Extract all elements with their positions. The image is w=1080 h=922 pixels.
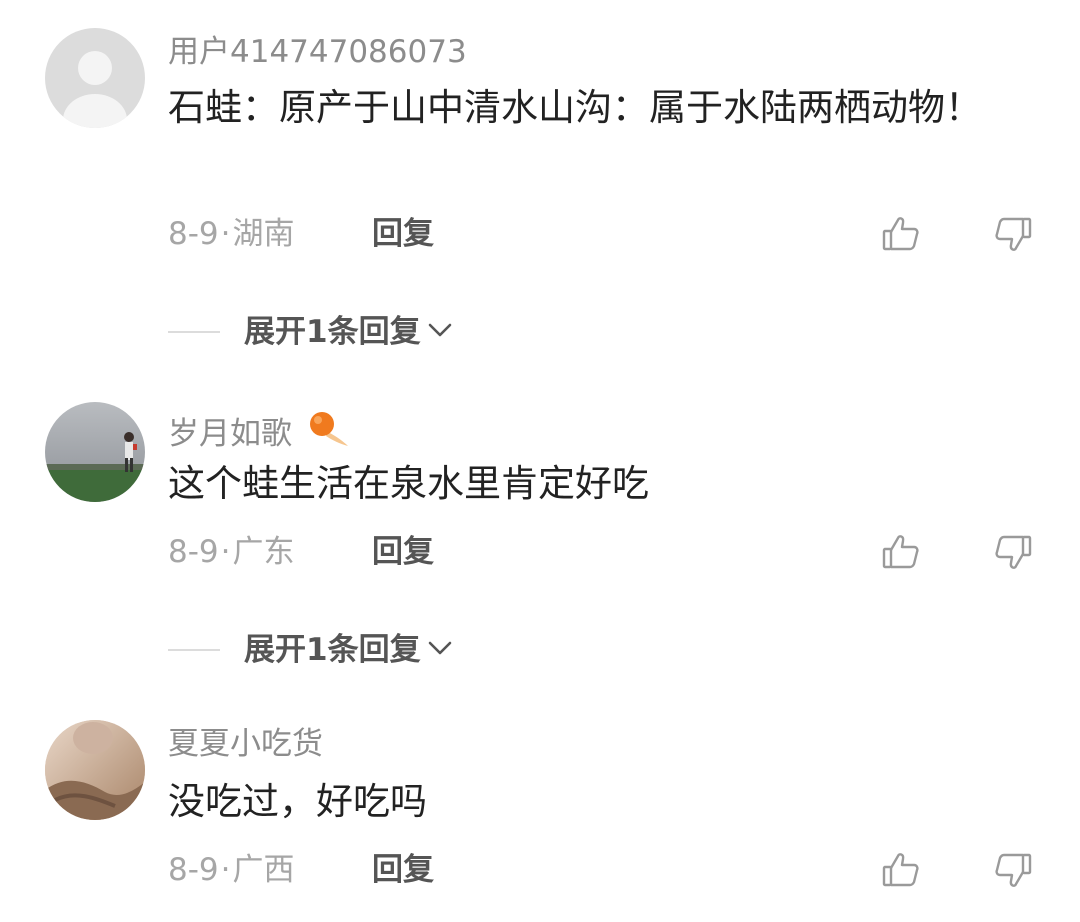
thumbs-down-icon[interactable] (993, 850, 1033, 890)
username[interactable]: 夏夏小吃货 (168, 726, 323, 762)
thumbs-down-icon[interactable] (993, 532, 1033, 572)
expand-replies-label: 展开1条回复 (244, 632, 421, 668)
comment-location: 广东 (232, 534, 295, 570)
divider-line (168, 331, 220, 333)
meta-separator: · (220, 852, 231, 888)
divider-line (168, 649, 220, 651)
reply-button[interactable]: 回复 (372, 216, 434, 252)
thumbs-down-icon[interactable] (993, 214, 1033, 254)
meta-separator: · (220, 216, 231, 252)
comment-text: 这个蛙生活在泉水里肯定好吃 (168, 462, 649, 505)
chevron-down-icon (427, 320, 453, 344)
thumbs-up-icon[interactable] (881, 850, 921, 890)
comment-text: 没吃过，好吃吗 (168, 780, 427, 823)
expand-replies-button[interactable]: 展开1条回复 (168, 630, 453, 670)
comment-meta: 8-9·湖南 (168, 216, 295, 252)
thumbs-up-icon[interactable] (881, 214, 921, 254)
avatar[interactable] (45, 402, 145, 502)
comment-location: 湖南 (232, 216, 295, 252)
username[interactable]: 用户414747086073 (168, 34, 467, 70)
comment-text: 石蛙：原产于山中清水山沟：属于水陆两栖动物！ (168, 86, 982, 129)
username-text: 岁月如歌 (168, 416, 292, 452)
comment-location: 广西 (232, 852, 295, 888)
comment-date: 8-9 (168, 534, 219, 570)
thumbs-up-icon[interactable] (881, 532, 921, 572)
comment-meta: 8-9·广西 (168, 852, 295, 888)
meta-separator: · (220, 534, 231, 570)
expand-replies-button[interactable]: 展开1条回复 (168, 312, 453, 352)
chevron-down-icon (427, 638, 453, 662)
expand-replies-label: 展开1条回复 (244, 314, 421, 350)
username[interactable]: 岁月如歌 (168, 408, 350, 456)
reply-button[interactable]: 回复 (372, 534, 434, 570)
fire-ball-icon (306, 408, 350, 456)
avatar[interactable] (45, 720, 145, 820)
avatar[interactable] (45, 28, 145, 128)
comment-date: 8-9 (168, 852, 219, 888)
reply-button[interactable]: 回复 (372, 852, 434, 888)
comment-date: 8-9 (168, 216, 219, 252)
comment-meta: 8-9·广东 (168, 534, 295, 570)
